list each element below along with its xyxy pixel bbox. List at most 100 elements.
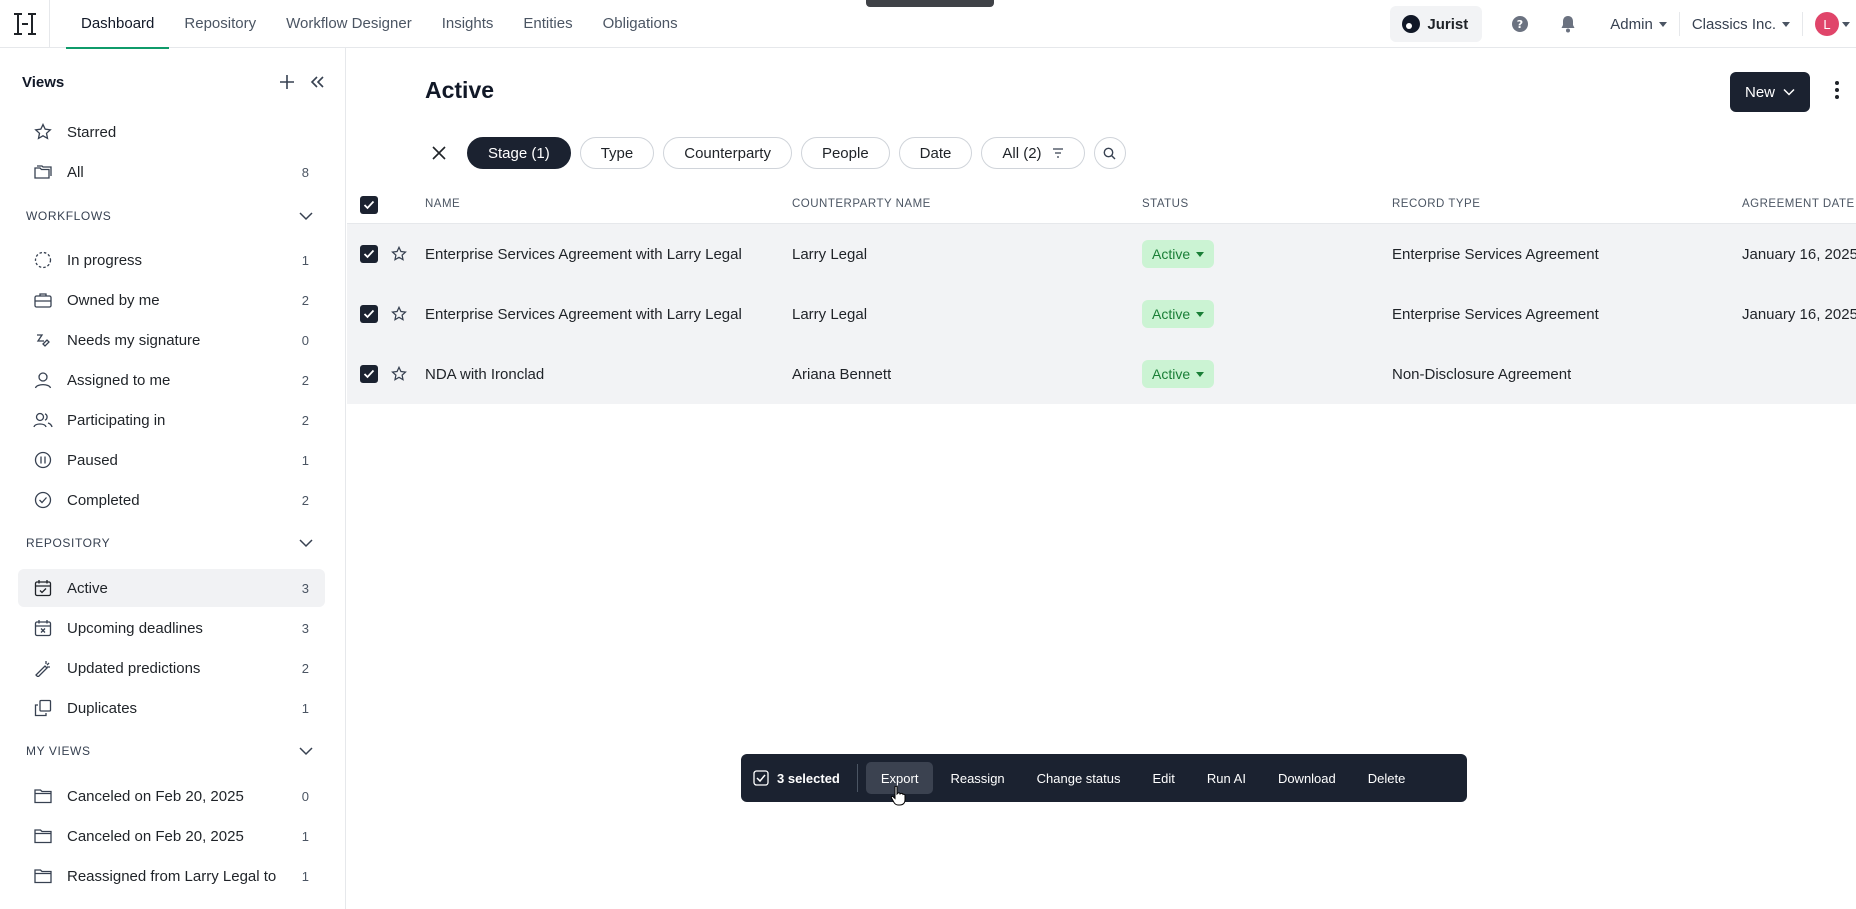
filter-stage[interactable]: Stage (1) bbox=[467, 137, 571, 169]
status-badge[interactable]: Active bbox=[1142, 224, 1215, 284]
search-icon[interactable] bbox=[1093, 137, 1126, 169]
download-button[interactable]: Download bbox=[1263, 762, 1351, 794]
sidebar-item-my-view[interactable]: Canceled on Feb 20, 2025 0 bbox=[18, 777, 325, 815]
nav-workflow-designer[interactable]: Workflow Designer bbox=[271, 0, 427, 48]
table-row[interactable]: Enterprise Services Agreement with Larry… bbox=[347, 284, 1856, 344]
row-agreement-date: January 16, 2025 bbox=[1742, 305, 1856, 323]
sidebar-item-count: 2 bbox=[301, 372, 309, 388]
section-my-views-toggle[interactable]: MY VIEWS bbox=[26, 741, 313, 761]
nav-entities[interactable]: Entities bbox=[508, 0, 587, 48]
row-checkbox[interactable] bbox=[360, 224, 378, 284]
status-badge[interactable]: Active bbox=[1142, 284, 1215, 344]
admin-dropdown[interactable]: Admin bbox=[1598, 12, 1679, 36]
row-name[interactable]: Enterprise Services Agreement with Larry… bbox=[425, 284, 742, 344]
selected-count-label: 3 selected bbox=[777, 770, 840, 786]
sidebar-item-active[interactable]: Active 3 bbox=[18, 569, 325, 607]
add-view-icon[interactable] bbox=[279, 74, 295, 90]
new-button-label: New bbox=[1744, 83, 1775, 101]
delete-button[interactable]: Delete bbox=[1353, 762, 1421, 794]
sidebar-item-completed[interactable]: Completed 2 bbox=[18, 481, 325, 519]
filter-people[interactable]: People bbox=[800, 137, 890, 169]
notification-bell-icon[interactable] bbox=[1550, 6, 1586, 42]
sidebar-item-all[interactable]: All 8 bbox=[18, 153, 325, 191]
table-row[interactable]: NDA with Ironclad Ariana Bennett Active … bbox=[347, 344, 1856, 404]
help-icon[interactable]: ? bbox=[1502, 6, 1538, 42]
column-header-record-type[interactable]: RECORD TYPE bbox=[1392, 198, 1480, 210]
filter-all[interactable]: All (2) bbox=[981, 137, 1085, 169]
app-logo-icon[interactable] bbox=[0, 0, 50, 48]
reassign-button[interactable]: Reassign bbox=[935, 762, 1019, 794]
column-header-name[interactable]: NAME bbox=[425, 198, 460, 210]
caret-down-icon bbox=[1842, 21, 1850, 27]
checkbox-checked-icon bbox=[753, 770, 769, 786]
nav-repository[interactable]: Repository bbox=[169, 0, 271, 48]
org-dropdown[interactable]: Classics Inc. bbox=[1680, 12, 1802, 36]
chevron-down-icon bbox=[299, 744, 313, 758]
edit-button[interactable]: Edit bbox=[1138, 762, 1190, 794]
jurist-icon bbox=[1402, 15, 1421, 33]
change-status-button[interactable]: Change status bbox=[1022, 762, 1136, 794]
row-counterparty: Larry Legal bbox=[792, 305, 868, 323]
sidebar-item-starred[interactable]: Starred bbox=[18, 113, 325, 151]
sidebar-item-participating-in[interactable]: Participating in 2 bbox=[18, 401, 325, 439]
sidebar-item-my-view[interactable]: Reassigned from Larry Legal to 1 bbox=[18, 857, 325, 895]
new-button[interactable]: New bbox=[1730, 72, 1810, 112]
star-icon bbox=[33, 122, 53, 142]
chevron-down-icon bbox=[1783, 86, 1795, 98]
star-icon[interactable] bbox=[391, 224, 407, 284]
star-icon[interactable] bbox=[391, 344, 407, 404]
filter-counterparty[interactable]: Counterparty bbox=[663, 137, 792, 169]
row-record-type: Enterprise Services Agreement bbox=[1392, 305, 1599, 323]
table-header: NAME COUNTERPARTY NAME STATUS RECORD TYP… bbox=[347, 186, 1856, 224]
row-name[interactable]: Enterprise Services Agreement with Larry… bbox=[425, 224, 742, 284]
section-title: REPOSITORY bbox=[26, 536, 111, 550]
table-row[interactable]: Enterprise Services Agreement with Larry… bbox=[347, 224, 1856, 284]
collapse-sidebar-icon[interactable] bbox=[309, 74, 325, 90]
column-header-status[interactable]: STATUS bbox=[1142, 198, 1189, 210]
sidebar-item-count: 1 bbox=[301, 252, 309, 268]
section-title: MY VIEWS bbox=[26, 744, 91, 758]
views-header: Views bbox=[22, 70, 325, 94]
status-badge[interactable]: Active bbox=[1142, 344, 1215, 404]
sidebar-item-paused[interactable]: Paused 1 bbox=[18, 441, 325, 479]
sidebar-item-upcoming-deadlines[interactable]: Upcoming deadlines 3 bbox=[18, 609, 325, 647]
caret-down-icon bbox=[1196, 251, 1205, 257]
section-workflows-toggle[interactable]: WORKFLOWS bbox=[26, 206, 313, 226]
sidebar-item-label: Canceled on Feb 20, 2025 bbox=[67, 827, 244, 845]
nav-insights[interactable]: Insights bbox=[427, 0, 509, 48]
sidebar-item-label: Assigned to me bbox=[67, 371, 171, 389]
status-label: Active bbox=[1152, 366, 1191, 382]
filter-type[interactable]: Type bbox=[579, 137, 655, 169]
jurist-button[interactable]: Jurist bbox=[1390, 6, 1483, 42]
select-all-checkbox[interactable] bbox=[360, 196, 378, 214]
sidebar-item-updated-predictions[interactable]: Updated predictions 2 bbox=[18, 649, 325, 687]
row-checkbox[interactable] bbox=[360, 344, 378, 404]
column-header-counterparty[interactable]: COUNTERPARTY NAME bbox=[792, 198, 931, 210]
filter-bar: Stage (1) Type Counterparty People Date … bbox=[427, 136, 1126, 170]
more-options-icon[interactable] bbox=[1834, 80, 1840, 100]
user-menu[interactable]: L bbox=[1803, 12, 1856, 36]
top-drag-handle[interactable] bbox=[866, 0, 994, 7]
row-checkbox[interactable] bbox=[360, 284, 378, 344]
column-header-agreement-date[interactable]: AGREEMENT DATE bbox=[1742, 198, 1856, 210]
nav-dashboard[interactable]: Dashboard bbox=[66, 0, 170, 49]
sidebar-item-assigned-to-me[interactable]: Assigned to me 2 bbox=[18, 361, 325, 399]
clear-filters-icon[interactable] bbox=[427, 141, 451, 165]
sidebar-item-duplicates[interactable]: Duplicates 1 bbox=[18, 689, 325, 727]
sidebar-item-needs-my-signature[interactable]: Needs my signature 0 bbox=[18, 321, 325, 359]
sidebar-item-label: Owned by me bbox=[67, 291, 160, 309]
selection-count[interactable]: 3 selected bbox=[753, 764, 858, 792]
sidebar-item-owned-by-me[interactable]: Owned by me 2 bbox=[18, 281, 325, 319]
sidebar-item-label: Paused bbox=[67, 451, 118, 469]
user-icon bbox=[33, 370, 53, 390]
run-ai-button[interactable]: Run AI bbox=[1192, 762, 1261, 794]
nav-obligations[interactable]: Obligations bbox=[588, 0, 693, 48]
filter-lines-icon bbox=[1052, 148, 1064, 158]
star-icon[interactable] bbox=[391, 284, 407, 344]
sidebar-item-my-view[interactable]: Canceled on Feb 20, 2025 1 bbox=[18, 817, 325, 855]
filter-date[interactable]: Date bbox=[898, 137, 973, 169]
row-name[interactable]: NDA with Ironclad bbox=[425, 344, 544, 404]
sidebar-item-in-progress[interactable]: In progress 1 bbox=[18, 241, 325, 279]
section-repository-toggle[interactable]: REPOSITORY bbox=[26, 533, 313, 553]
sidebar-item-label: In progress bbox=[67, 251, 143, 269]
